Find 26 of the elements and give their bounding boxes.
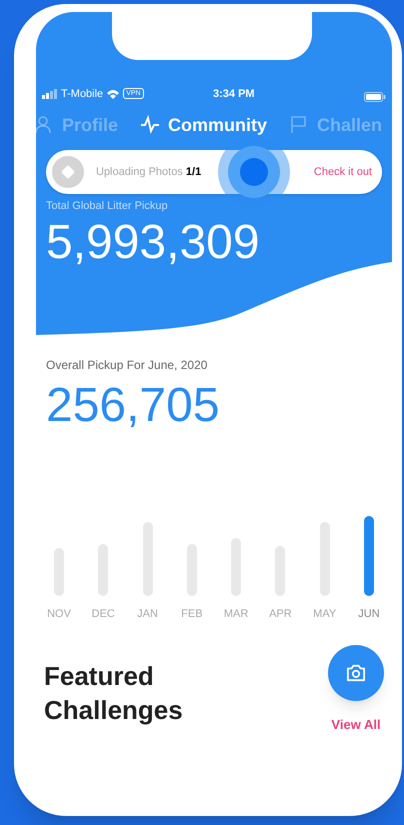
- month-label: DEC: [92, 607, 115, 622]
- monthly-value: 256,705: [46, 378, 221, 434]
- month-label: APR: [269, 607, 292, 622]
- month-label: JAN: [137, 607, 158, 622]
- month-label: NOV: [47, 607, 71, 622]
- month-label: FEB: [181, 607, 203, 622]
- image-thumbnail-icon: [52, 156, 84, 188]
- view-all-link[interactable]: View All: [331, 714, 381, 734]
- upload-status: Uploading Photos 1/1: [96, 164, 202, 180]
- tab[interactable]: Community: [140, 112, 268, 138]
- check-it-out-link[interactable]: Check it out: [314, 164, 372, 180]
- person-icon: [36, 115, 54, 135]
- battery-icon: [364, 92, 386, 102]
- month-label: JUN: [358, 607, 380, 622]
- carrier-name: T-Mobile: [61, 86, 104, 102]
- total-label: Total Global Litter Pickup: [46, 199, 169, 214]
- monthly-label: Overall Pickup For June, 2020: [46, 357, 208, 374]
- month-label: MAY: [313, 607, 336, 622]
- month-label: MAR: [224, 607, 248, 622]
- status-time: 3:34 PM: [213, 86, 255, 102]
- section-title: Featured Challenges: [44, 660, 184, 726]
- total-value: 5,993,309: [46, 214, 261, 270]
- pulse-icon: [140, 115, 160, 135]
- camera-icon: [345, 664, 367, 682]
- signal-icon: [42, 88, 58, 99]
- wifi-icon: [106, 88, 120, 99]
